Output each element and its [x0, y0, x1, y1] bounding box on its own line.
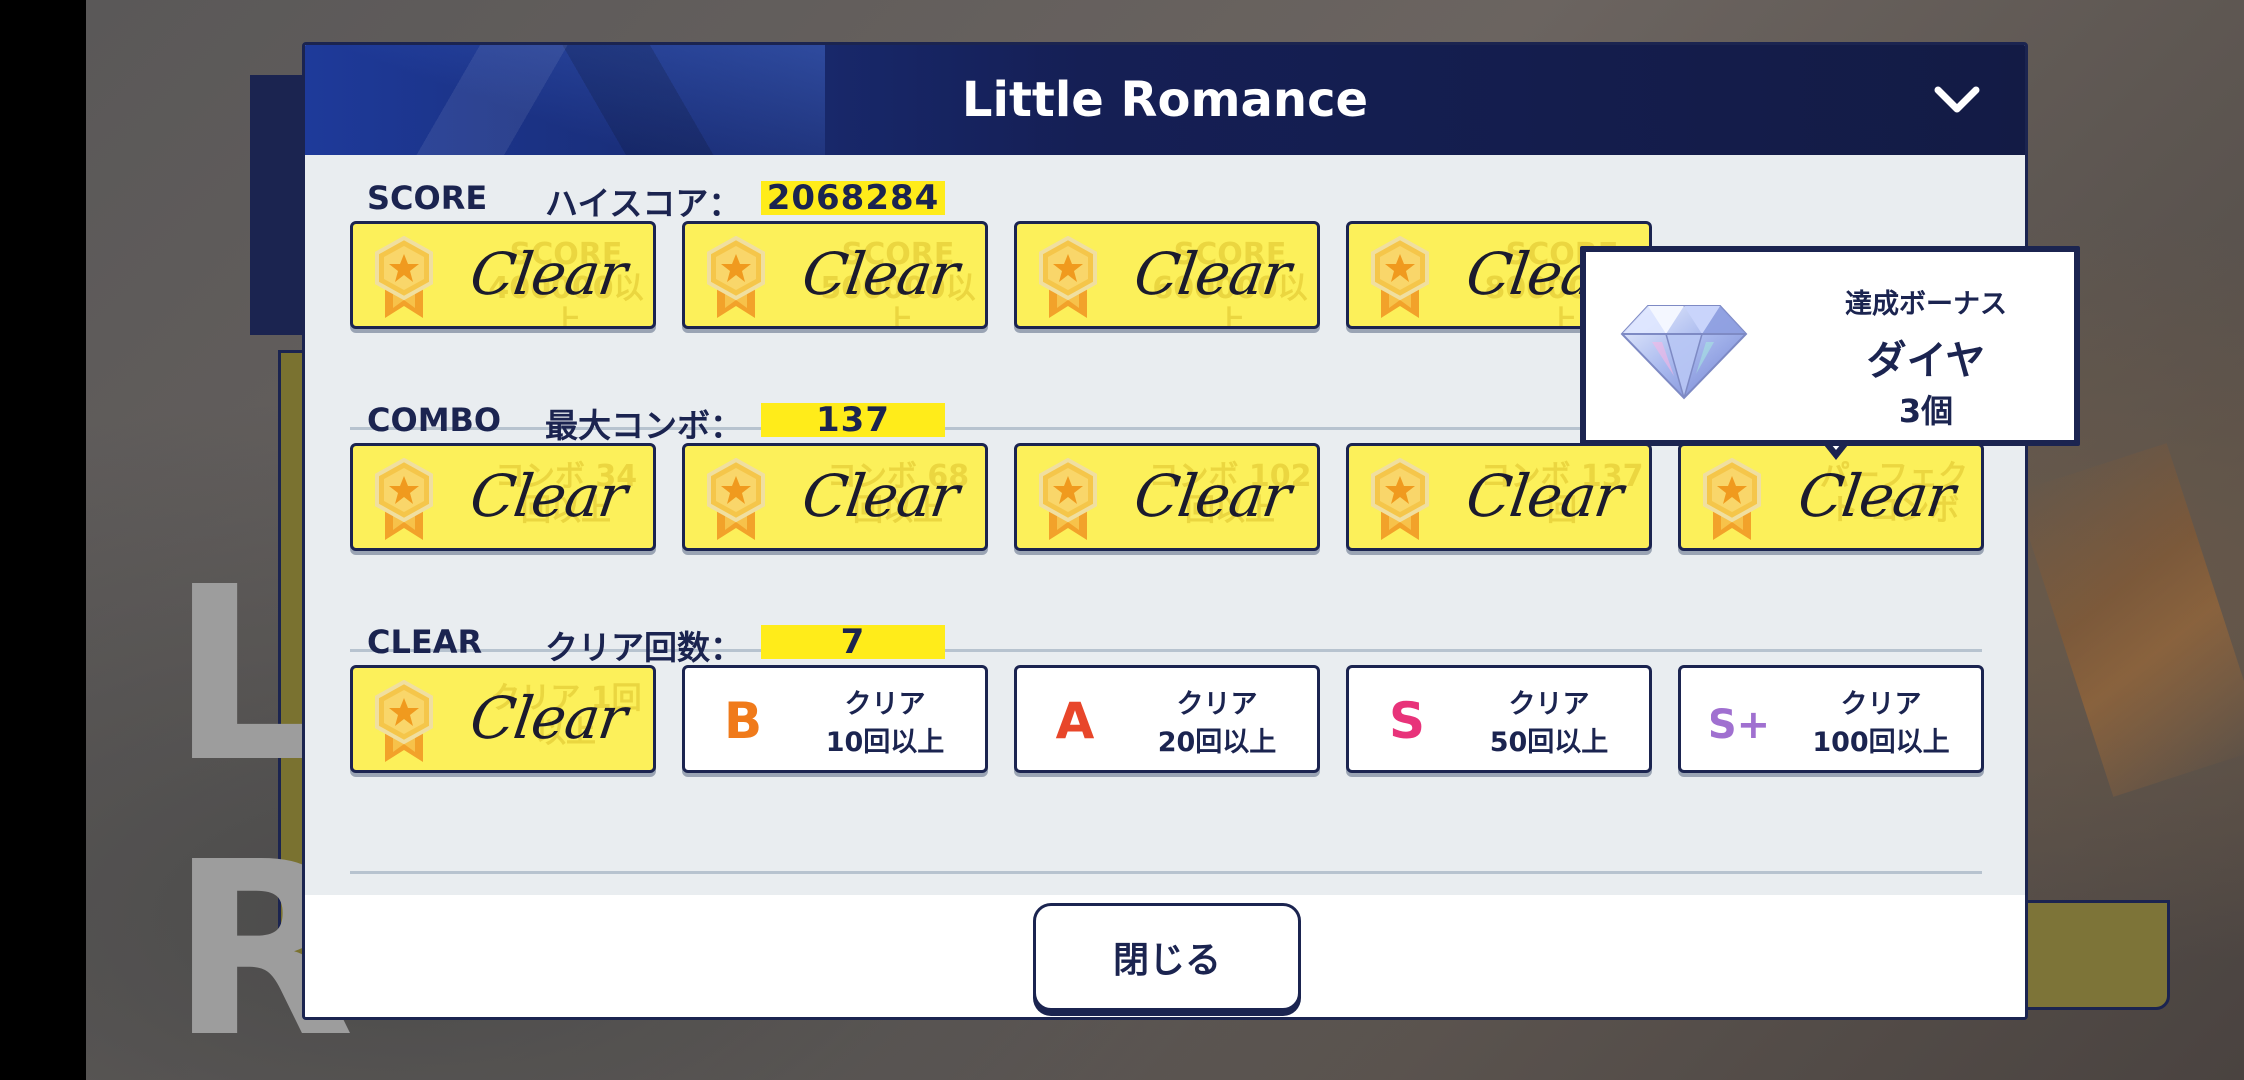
goal-line: 10回以上 [825, 727, 945, 758]
goal-line: 20回以上 [1157, 727, 1277, 758]
bonus-heading: 達成ボーナス [1845, 289, 2007, 320]
dialog-footer: 閉じる [305, 895, 2025, 1017]
svg-text:S+: S+ [1711, 702, 1767, 748]
medal-icon [375, 458, 433, 540]
clear-stamp: Clear [1462, 462, 1627, 530]
letterbox [0, 0, 86, 1080]
medal-icon [1703, 458, 1761, 540]
svg-text:B: B [724, 694, 762, 750]
header-decoration [305, 45, 825, 155]
clear-badge-row: クリア 1回以上 Clear B クリア 10回以上 A クリア 20回以上 S クリア 50回以上… [350, 665, 1984, 773]
clear-stamp: Clear [466, 240, 631, 308]
rank-s-plus-icon: S+ [1711, 701, 1767, 749]
medal-icon [1039, 236, 1097, 318]
goal-line: クリア [1508, 689, 1590, 720]
svg-text:A: A [1056, 694, 1095, 750]
song-mission-dialog: Little Romance SCORE ハイスコア： 2068284 SCOR… [302, 42, 2028, 1020]
clear-stamp: Clear [798, 462, 963, 530]
rank-a-icon: A [1055, 694, 1096, 750]
combo-label: COMBO [367, 401, 502, 439]
high-score-label: ハイスコア： [545, 184, 742, 223]
mission-badge-pending[interactable]: B クリア 10回以上 [682, 665, 988, 773]
chevron-down-icon [1934, 86, 1980, 113]
mission-badge-cleared[interactable]: コンボ 68回以上 Clear [682, 443, 988, 551]
clear-count-label: クリア回数： [545, 628, 743, 667]
max-combo-label: 最大コンボ： [545, 406, 743, 445]
bonus-amount: 3個 [1898, 392, 1954, 430]
mission-badge-cleared[interactable]: コンボ 102回以上 Clear [1014, 443, 1320, 551]
mission-goal: クリア 20回以上 [1127, 686, 1307, 762]
clear-label: CLEAR [367, 623, 483, 661]
mission-badge-cleared[interactable]: クリア 1回以上 Clear [350, 665, 656, 773]
dialog-header: Little Romance [305, 45, 2025, 155]
mission-badge-cleared[interactable]: SCORE 600000以上 Clear [1014, 221, 1320, 329]
medal-icon [1039, 458, 1097, 540]
diamond-icon [1620, 305, 1748, 400]
goal-line: クリア [1840, 689, 1922, 720]
rank-b-icon: B [723, 694, 763, 750]
medal-icon [707, 236, 765, 318]
score-label: SCORE [367, 179, 488, 217]
svg-text:S: S [1389, 694, 1425, 750]
goal-line: クリア [844, 689, 926, 720]
mission-badge-pending[interactable]: A クリア 20回以上 [1014, 665, 1320, 773]
goal-line: 50回以上 [1489, 727, 1609, 758]
mission-badge-cleared[interactable]: SCORE 500000以上 Clear [682, 221, 988, 329]
clear-stamp: Clear [466, 684, 631, 752]
mission-badge-cleared[interactable]: コンボ 34回以上 Clear [350, 443, 656, 551]
close-button[interactable]: 閉じる [1033, 903, 1301, 1011]
medal-icon [707, 458, 765, 540]
divider [350, 871, 1982, 874]
achievement-bonus-tooltip: 達成ボーナス ダイヤ 3個 [1580, 246, 2080, 446]
medal-icon [1371, 236, 1429, 318]
mission-badge-cleared[interactable]: SCORE 400000以上 Clear [350, 221, 656, 329]
high-score-value: 2068284 [761, 178, 945, 218]
mission-badge-pending[interactable]: S クリア 50回以上 [1346, 665, 1652, 773]
medal-icon [375, 680, 433, 762]
song-title: Little Romance [961, 72, 1369, 128]
goal-line: クリア [1176, 689, 1258, 720]
clear-stamp: Clear [466, 462, 631, 530]
clear-stamp: Clear [1130, 240, 1295, 308]
mission-goal: クリア 100回以上 [1791, 686, 1971, 762]
goal-line: 100回以上 [1812, 727, 1950, 758]
combo-badge-row: コンボ 34回以上 Clear コンボ 68回以上 Clear コンボ 102回以上 Cl… [350, 443, 1984, 551]
rank-s-icon: S [1388, 694, 1426, 750]
score-badge-row: SCORE 400000以上 Clear SCORE 500000以上 Clear SC… [350, 221, 1652, 329]
medal-icon [1371, 458, 1429, 540]
clear-count-value: 7 [761, 622, 945, 662]
medal-icon [375, 236, 433, 318]
mission-goal: クリア 50回以上 [1459, 686, 1639, 762]
clear-stamp: Clear [1794, 462, 1959, 530]
mission-badge-pending[interactable]: S+ クリア 100回以上 [1678, 665, 1984, 773]
max-combo-value: 137 [761, 400, 945, 440]
collapse-button[interactable] [1929, 75, 1985, 125]
background-title-letter: L [170, 535, 323, 815]
mission-goal: クリア 10回以上 [795, 686, 975, 762]
bonus-item: ダイヤ [1866, 338, 1986, 384]
clear-stamp: Clear [798, 240, 963, 308]
mission-badge-cleared[interactable]: コンボ 137回 Clear [1346, 443, 1652, 551]
clear-stamp: Clear [1130, 462, 1295, 530]
